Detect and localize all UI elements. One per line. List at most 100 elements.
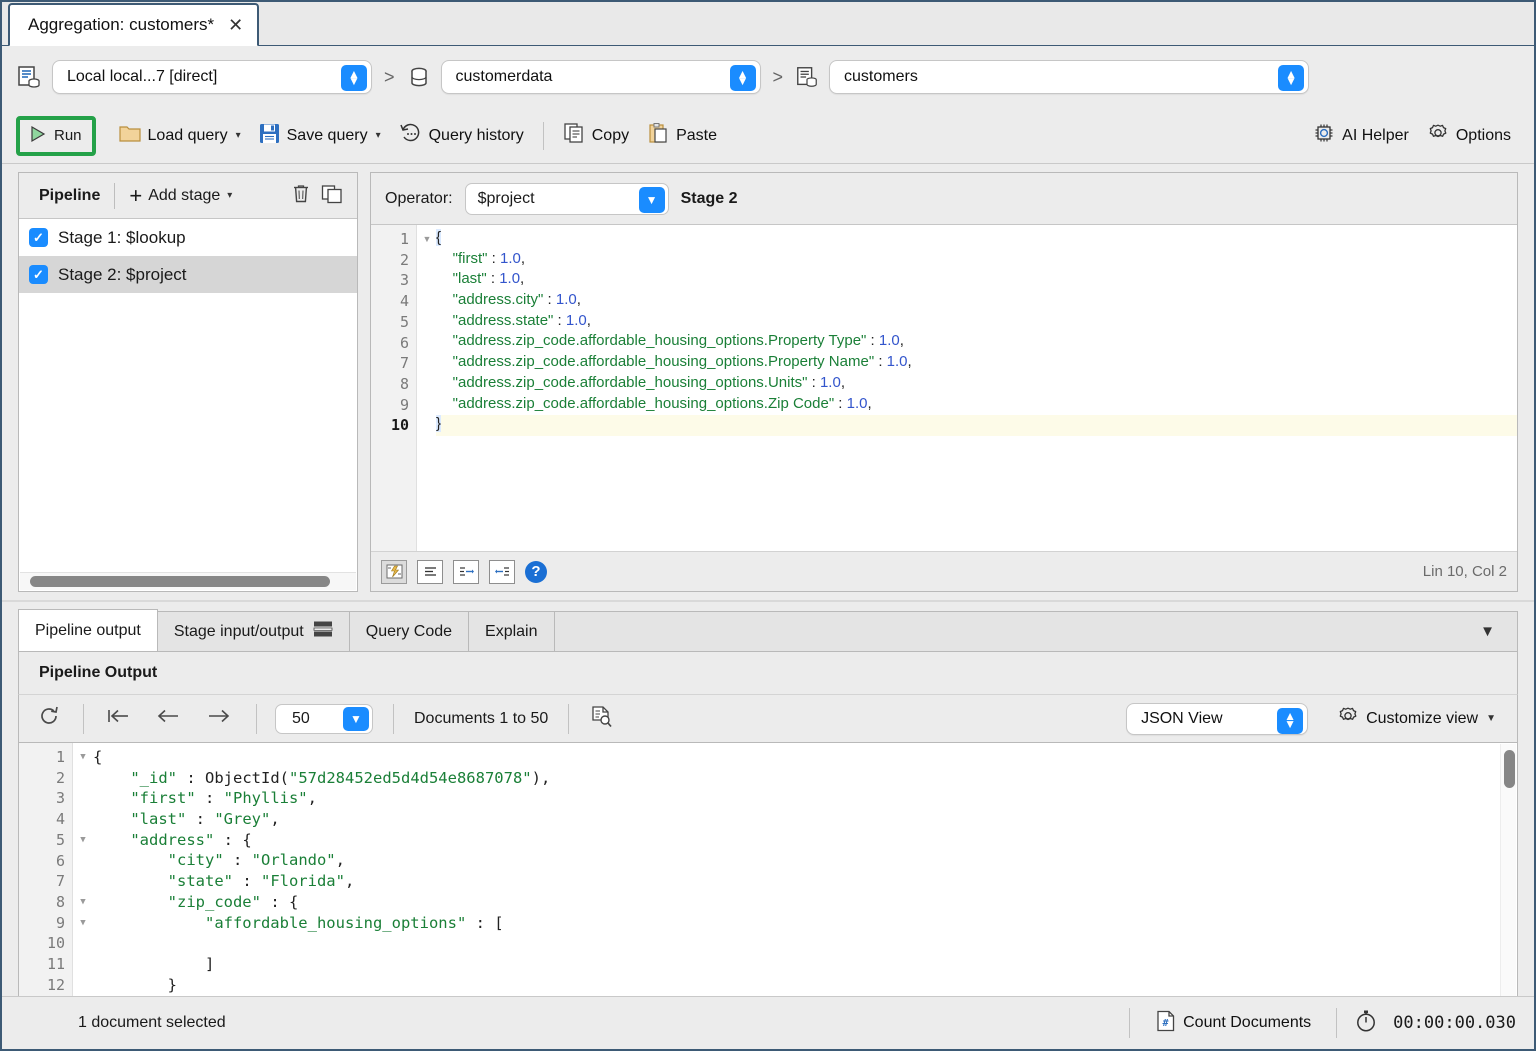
gear-icon [1337, 705, 1359, 732]
save-query-label: Save query [286, 126, 368, 144]
line-number: 5 [55, 830, 65, 849]
count-documents-button[interactable]: # Count Documents [1146, 1005, 1320, 1041]
line-number: 4 [55, 810, 65, 829]
collection-value: customers [844, 68, 918, 85]
database-select[interactable]: customerdata ▲ ▼ [440, 60, 761, 94]
fold-toggle-icon[interactable]: ▼ [418, 229, 436, 250]
tab-stage-input-output[interactable]: Stage input/output [156, 611, 350, 651]
chevron-down-icon[interactable]: ▼ [1486, 713, 1496, 724]
output-lines: { "_id" : ObjectId("57d28452ed5d4d54e868… [93, 743, 1517, 999]
pipeline-hscrollbar-thumb[interactable] [30, 576, 330, 587]
view-mode-value: JSON View [1141, 709, 1223, 727]
fold-toggle-icon[interactable]: ▼ [74, 747, 92, 768]
database-icon [407, 65, 431, 89]
line-number: 8 [399, 374, 409, 393]
chevron-down-icon[interactable]: ▼ [343, 706, 369, 731]
chevron-updown-icon[interactable]: ▲ ▼ [1277, 707, 1304, 734]
stage-checkbox[interactable]: ✓ [29, 228, 48, 247]
format-icon[interactable] [381, 559, 407, 584]
view-mode-select[interactable]: JSON View ▲ ▼ [1126, 702, 1309, 735]
go-prev-icon[interactable] [150, 707, 188, 731]
line-number: 5 [399, 312, 409, 331]
chevron-updown-icon[interactable]: ▲ ▼ [1278, 65, 1305, 91]
page-size-select[interactable]: 50 ▼ [275, 703, 373, 734]
output-line: "first" : "Phyllis", [130, 789, 317, 808]
tab-pipeline-output[interactable]: Pipeline output [18, 609, 158, 651]
stage-item-2[interactable]: ✓ Stage 2: $project [19, 256, 357, 293]
status-bar: 1 document selected # Count Documents 00… [2, 996, 1534, 1049]
ai-helper-button[interactable]: AI Helper [1304, 118, 1418, 154]
operator-select[interactable]: $project ▼ [464, 182, 669, 215]
output-tabstrip: Pipeline output Stage input/output Query… [18, 608, 1518, 652]
copy-stage-icon[interactable] [321, 183, 343, 208]
output-panel-title-label: Pipeline Output [39, 664, 158, 681]
find-document-icon[interactable] [589, 705, 613, 733]
stage-checkbox[interactable]: ✓ [29, 265, 48, 284]
options-button[interactable]: Options [1418, 118, 1520, 154]
output-fold-column[interactable]: ▼ ▼ ▼ ▼ [74, 743, 92, 999]
code-line: "address.city" : 1.0, [452, 291, 581, 309]
chevron-down-icon[interactable]: ▾ [236, 130, 241, 141]
align-icon[interactable] [417, 559, 443, 584]
stage-pane: Pipeline + Add stage ▾ ✓ Stage 1: $looku… [2, 164, 1534, 600]
save-query-button[interactable]: Save query ▾ [250, 118, 390, 154]
fold-toggle-icon[interactable]: ▼ [74, 913, 92, 934]
fold-toggle-icon[interactable]: ▼ [74, 892, 92, 913]
customize-view-button[interactable]: Customize view ▼ [1328, 701, 1505, 737]
line-number: 2 [399, 250, 409, 269]
fold-toggle-icon[interactable]: ▼ [74, 830, 92, 851]
connection-select[interactable]: Local local...7 [direct] ▲ ▼ [52, 60, 372, 94]
paste-button[interactable]: Paste [638, 118, 726, 154]
operator-label: Operator: [385, 189, 453, 207]
chevron-down-icon[interactable]: ▼ [638, 186, 665, 213]
tab-aggregation-customers[interactable]: Aggregation: customers* ✕ [8, 3, 260, 47]
trash-icon[interactable] [291, 183, 311, 208]
pipeline-header: Pipeline + Add stage ▾ [19, 173, 357, 219]
load-query-button[interactable]: Load query ▾ [110, 118, 250, 154]
add-stage-button[interactable]: + Add stage ▾ [129, 184, 232, 207]
output-json-viewer[interactable]: 1 2 3 4 5 6 7 8 9 10 11 12 ▼ ▼ ▼ ▼ { "_id" : ObjectId(… [18, 742, 1518, 1000]
run-label: Run [54, 127, 82, 144]
chevron-down-icon[interactable]: ▼ [1480, 623, 1495, 640]
connection-bar: Local local...7 [direct] ▲ ▼ > customerda… [2, 46, 1534, 108]
output-line: "last" : "Grey", [130, 810, 280, 829]
output-vscrollbar[interactable] [1500, 744, 1516, 998]
breadcrumb-separator-2: > [772, 66, 784, 87]
line-number: 6 [399, 333, 409, 352]
indent-left-icon[interactable] [489, 559, 515, 584]
stage-item-1[interactable]: ✓ Stage 1: $lookup [19, 219, 357, 256]
floppy-disk-icon [259, 123, 280, 149]
output-line: "affordable_housing_options" : [ [204, 913, 504, 932]
help-icon[interactable]: ? [525, 560, 547, 583]
output-vscrollbar-thumb[interactable] [1504, 750, 1515, 788]
page-size-value: 50 [292, 709, 310, 727]
chevron-updown-icon[interactable]: ▲ ▼ [341, 65, 367, 91]
indent-right-icon[interactable] [453, 559, 479, 584]
collection-select[interactable]: customers ▲ ▼ [829, 60, 1310, 94]
tab-explain[interactable]: Explain [468, 611, 555, 651]
pipeline-panel: Pipeline + Add stage ▾ ✓ Stage 1: $looku… [18, 172, 358, 592]
run-button[interactable]: Run [16, 115, 96, 156]
stage-editor-fold-column[interactable]: ▼ [418, 225, 436, 551]
go-next-icon[interactable] [200, 707, 238, 731]
chevron-down-icon[interactable]: ▾ [227, 190, 232, 201]
tab-query-code[interactable]: Query Code [348, 611, 470, 651]
tab-label: Query Code [365, 622, 453, 640]
copy-button[interactable]: Copy [554, 118, 638, 154]
chevron-down-icon[interactable]: ▾ [376, 130, 381, 141]
stage-code-editor[interactable]: 1 2 3 4 5 6 7 8 9 10 ▼ { "first" : 1.0, "last" : … [371, 225, 1517, 551]
line-number: 10 [390, 416, 409, 435]
refresh-icon[interactable] [31, 704, 67, 734]
query-history-button[interactable]: Query history [390, 118, 533, 154]
go-first-icon[interactable] [100, 707, 138, 731]
toolbar-divider-1 [542, 121, 544, 150]
close-icon[interactable]: ✕ [228, 16, 243, 34]
paste-label: Paste [676, 126, 718, 144]
tab-label: Stage input/output [173, 622, 304, 640]
count-documents-label: Count Documents [1183, 1014, 1312, 1031]
pipeline-hscrollbar[interactable] [20, 572, 356, 590]
chevron-updown-icon[interactable]: ▲ ▼ [729, 65, 756, 91]
